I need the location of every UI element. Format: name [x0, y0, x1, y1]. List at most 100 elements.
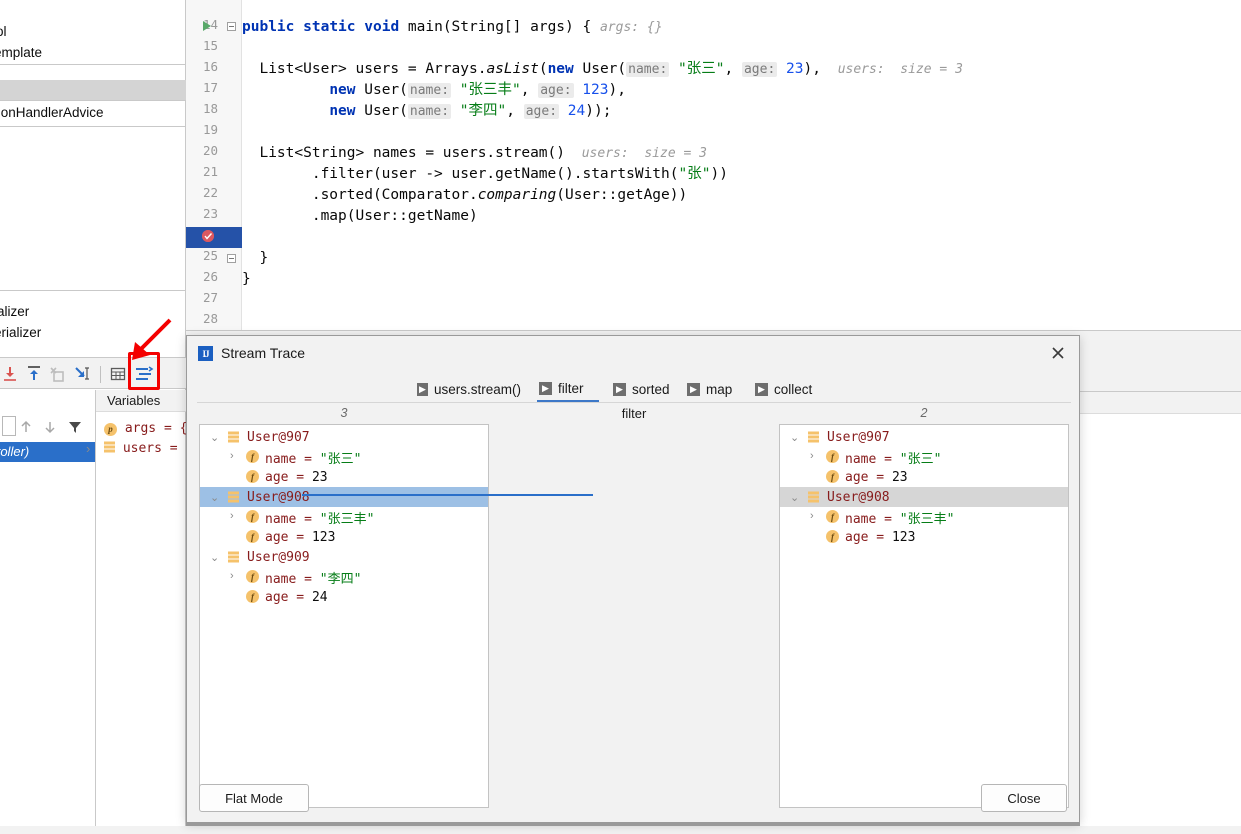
- project-tree-item[interactable]: ializer: [0, 304, 29, 319]
- up-arrow-icon[interactable]: [18, 418, 34, 436]
- chevron-right-icon[interactable]: ›: [86, 441, 90, 456]
- stream-output-label: User@907: [827, 430, 890, 445]
- tab-map[interactable]: ▶map: [685, 376, 741, 402]
- close-icon[interactable]: [1045, 342, 1071, 364]
- variables-panel-header: Variables: [96, 390, 186, 412]
- chevron-right-icon[interactable]: ›: [230, 570, 234, 582]
- breakpoint-icon[interactable]: [202, 230, 214, 242]
- evaluate-expression-icon[interactable]: [108, 364, 128, 384]
- stream-input-node[interactable]: fage = 24: [200, 587, 488, 607]
- line-number: 27: [188, 290, 218, 305]
- stream-input-node[interactable]: ›fname = "张三丰": [200, 507, 488, 527]
- code-line-19: new User(name: "李四", age: 24));: [242, 101, 611, 122]
- variable-row-users[interactable]: › users =: [104, 441, 178, 456]
- run-to-cursor-icon[interactable]: [72, 364, 92, 384]
- dialog-title: Stream Trace: [221, 345, 305, 361]
- variable-users-label: users =: [123, 441, 178, 456]
- frame-list-selected-item[interactable]: roller): [0, 442, 95, 462]
- stream-input-value: "张三丰": [320, 512, 375, 527]
- step-out-icon[interactable]: [24, 364, 44, 384]
- run-gutter-icon[interactable]: [203, 21, 211, 31]
- code-line-18: new User(name: "张三丰", age: 123),: [242, 80, 626, 101]
- stream-output-node[interactable]: fage = 123: [780, 527, 1068, 547]
- object-icon: [228, 551, 239, 563]
- step-into-icon[interactable]: [0, 364, 20, 384]
- object-icon: [808, 491, 819, 503]
- tab-label: filter: [558, 381, 584, 396]
- stream-operation-tabs[interactable]: ▶users.stream() ▶ filter ▶sorted▶map ▶collec…: [187, 376, 1079, 402]
- filter-icon[interactable]: [67, 418, 83, 436]
- field-icon: f: [826, 470, 839, 483]
- field-icon: f: [246, 450, 259, 463]
- thread-selector[interactable]: [2, 416, 16, 436]
- frames-toolbar: [0, 414, 95, 442]
- line-number: 20: [188, 143, 218, 158]
- chevron-right-icon[interactable]: ›: [230, 510, 234, 522]
- stream-output-node[interactable]: f age = 23: [780, 467, 1068, 487]
- line-number: 16: [188, 59, 218, 74]
- down-arrow-icon[interactable]: [42, 418, 58, 436]
- stream-input-value: 23: [312, 470, 328, 485]
- tab-collect[interactable]: ▶collect: [753, 376, 823, 402]
- project-tree-item[interactable]: emplate: [0, 45, 42, 60]
- chevron-right-icon[interactable]: ›: [810, 510, 814, 522]
- project-tree-item[interactable]: ol: [0, 24, 7, 39]
- line-number: 23: [188, 206, 218, 221]
- dialog-title-bar[interactable]: IJ Stream Trace: [187, 336, 1079, 370]
- inlay-hint-users-21: users: size = 3: [582, 146, 707, 161]
- inlay-hint-users-17: users: size = 3: [838, 62, 963, 77]
- chevron-down-icon[interactable]: ⌄: [210, 491, 219, 504]
- tab-usersstream[interactable]: ▶users.stream(): [415, 376, 523, 402]
- code-line-26: }: [242, 248, 268, 269]
- play-arrow-icon: ▶: [539, 382, 552, 395]
- stream-input-value: "张三": [320, 452, 362, 467]
- object-icon: [808, 431, 819, 443]
- variables-header-right: [1080, 392, 1241, 414]
- stream-output-node[interactable]: ⌄User@908: [780, 487, 1068, 507]
- chevron-down-icon[interactable]: ⌄: [790, 491, 799, 504]
- close-button[interactable]: Close: [981, 784, 1067, 812]
- count-before: 3: [199, 406, 489, 420]
- stream-output-node[interactable]: ›fname = "张三丰": [780, 507, 1068, 527]
- chevron-right-icon[interactable]: ›: [230, 450, 234, 462]
- stream-input-tree[interactable]: ⌄User@907›fname = "张三"fage = 23⌄User@908…: [199, 424, 489, 808]
- tab-sorted[interactable]: ▶sorted: [611, 376, 679, 402]
- stream-output-tree[interactable]: ⌄ User@907 ›fname = "张三" f age = 23 ⌄User@908…: [779, 424, 1069, 808]
- stream-input-label: User@909: [247, 550, 310, 565]
- line-number: 22: [188, 185, 218, 200]
- project-tree-selected-row[interactable]: [0, 80, 186, 100]
- stream-input-node[interactable]: fage = 23: [200, 467, 488, 487]
- fold-marker[interactable]: [227, 254, 236, 263]
- line-number: 15: [188, 38, 218, 53]
- stream-output-node[interactable]: ›fname = "张三": [780, 447, 1068, 467]
- stream-input-node[interactable]: ›fname = "张三": [200, 447, 488, 467]
- chevron-down-icon[interactable]: ⌄: [210, 551, 219, 564]
- stream-output-node[interactable]: ⌄ User@907: [780, 427, 1068, 447]
- stream-input-node[interactable]: fage = 123: [200, 527, 488, 547]
- list-object-icon: [104, 441, 115, 453]
- stream-input-node[interactable]: ›fname = "李四": [200, 567, 488, 587]
- code-editor[interactable]: public static void main(String[] args) {…: [242, 0, 1241, 330]
- chevron-down-icon[interactable]: ⌄: [210, 431, 219, 444]
- chevron-right-icon[interactable]: ›: [810, 450, 814, 462]
- stream-input-value: 24: [312, 590, 328, 605]
- code-line-21: List<String> names = users.stream() user…: [242, 143, 707, 164]
- stream-input-node[interactable]: ⌄ User@909: [200, 547, 488, 567]
- flat-mode-button[interactable]: Flat Mode: [199, 784, 309, 812]
- stream-input-node[interactable]: ⌄ User@908: [200, 487, 488, 507]
- stream-output-label: age = 23: [845, 470, 908, 485]
- fold-marker[interactable]: [227, 22, 236, 31]
- stream-input-label: age = 123: [265, 530, 335, 545]
- tab-filter[interactable]: ▶ filter: [537, 376, 599, 402]
- panel-splitter[interactable]: [95, 390, 96, 834]
- project-tree-item[interactable]: tionHandlerAdvice: [0, 105, 104, 120]
- code-line-22: .filter(user -> user.getName().startsWit…: [242, 164, 728, 185]
- stream-input-label: User@908: [247, 490, 310, 505]
- chevron-down-icon[interactable]: ⌄: [790, 431, 799, 444]
- stream-input-label: name = "李四": [265, 568, 361, 587]
- play-arrow-icon: ▶: [613, 383, 626, 396]
- code-line-17: List<User> users = Arrays.asList(new Use…: [242, 59, 963, 80]
- project-tree-item[interactable]: erializer: [0, 325, 41, 340]
- variable-row-args[interactable]: p args = {: [104, 421, 187, 436]
- stream-input-node[interactable]: ⌄User@907: [200, 427, 488, 447]
